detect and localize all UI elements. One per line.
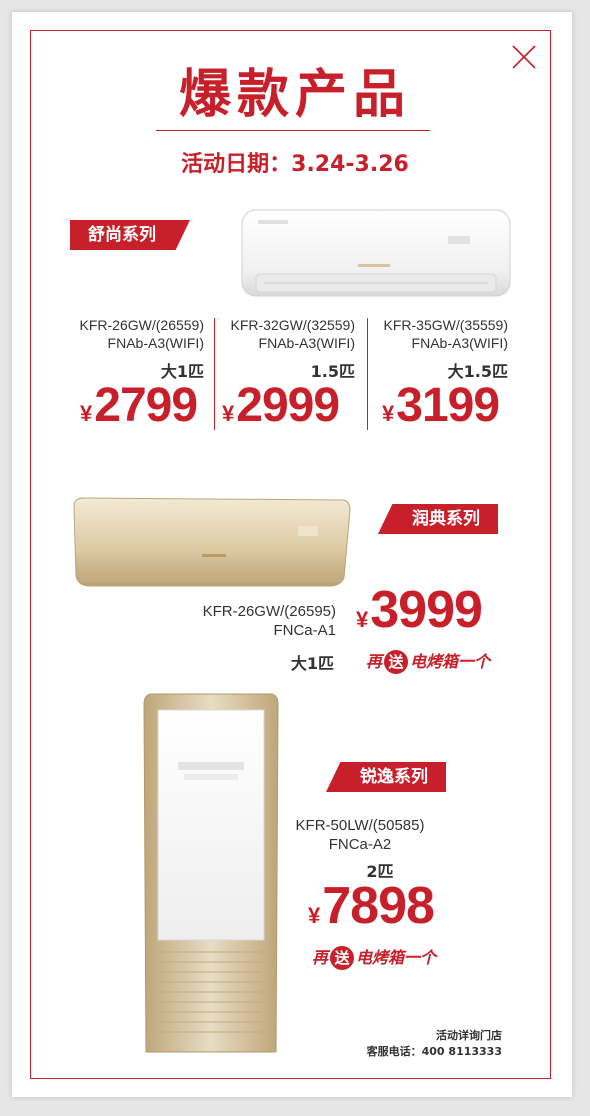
series-tag-ruiyi: 锐逸系列 <box>326 762 446 792</box>
horsepower: 大1匹 <box>290 654 334 673</box>
title-divider <box>156 130 430 131</box>
event-date: 活动日期：3.24-3.26 <box>181 152 409 177</box>
service-phone: 客服电话：400 8113333 <box>366 1045 502 1058</box>
product-image-wall-ac-gold <box>68 494 354 595</box>
product-image-wall-ac-white <box>238 206 514 307</box>
model-number: KFR-26GW/(26595) FNCa-A1 <box>202 603 336 639</box>
page-title: 爆款产品 <box>178 65 411 125</box>
gift-promo: 再送电烤箱一个 <box>366 648 490 674</box>
model-number: KFR-50LW/(50585) FNCa-A2 <box>295 817 425 853</box>
model-number: KFR-26GW/(26559) FNAb-A3(WIFI) <box>79 317 204 351</box>
price: ¥2799 <box>80 379 198 432</box>
price: ¥3999 <box>356 581 483 639</box>
store-inquiry: 活动详询门店 <box>436 1029 502 1042</box>
model-number: KFR-32GW/(32559) FNAb-A3(WIFI) <box>230 317 355 351</box>
price: ¥2999 <box>222 379 340 432</box>
price: ¥7898 <box>308 877 435 935</box>
series-tag-shushang: 舒尚系列 <box>70 220 190 250</box>
footer-contact: 活动详询门店 客服电话：400 8113333 <box>330 1028 502 1060</box>
model-number: KFR-35GW/(35559) FNAb-A3(WIFI) <box>383 317 508 351</box>
price: ¥3199 <box>382 379 500 432</box>
gift-promo: 再送电烤箱一个 <box>312 944 436 970</box>
product-image-floor-ac <box>140 690 282 1065</box>
series-tag-rundian: 润典系列 <box>378 504 498 534</box>
